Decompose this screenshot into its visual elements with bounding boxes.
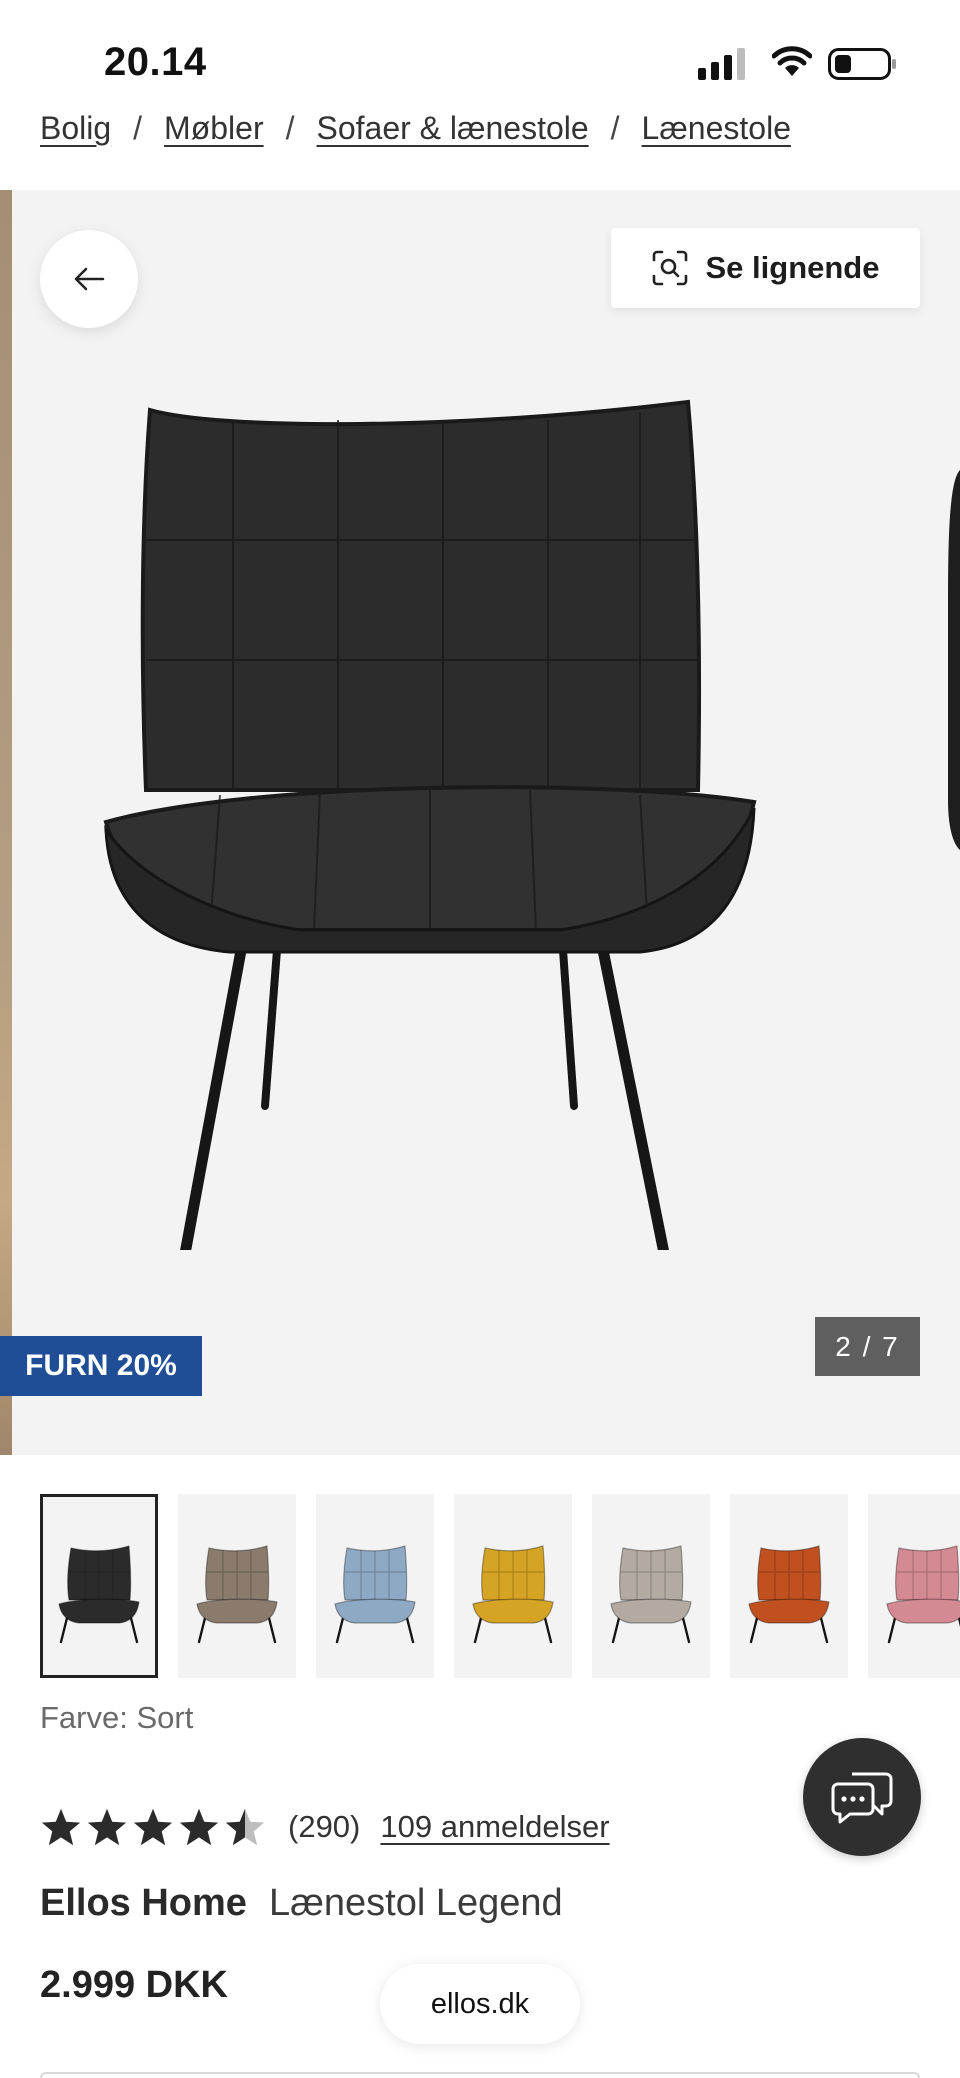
browser-url-pill[interactable]: ellos.dk <box>380 1964 580 2044</box>
see-similar-button[interactable]: Se lignende <box>611 228 920 308</box>
star-half-icon <box>225 1808 265 1846</box>
back-button[interactable] <box>40 230 138 328</box>
color-thumbnail-pink[interactable] <box>868 1494 960 1678</box>
breadcrumb-item-mobler[interactable]: Møbler <box>164 110 264 147</box>
color-variant-thumbnails <box>40 1494 960 1678</box>
promo-badge: FURN 20% <box>0 1336 202 1396</box>
status-bar: 20.14 <box>0 0 960 120</box>
breadcrumb-separator: / <box>285 109 295 146</box>
breadcrumb-separator: / <box>610 109 620 146</box>
arrow-left-icon <box>74 267 105 291</box>
status-icons <box>698 46 898 82</box>
see-similar-label: Se lignende <box>705 250 880 285</box>
product-image-gallery[interactable]: Se lignende FURN 20% 2 / 7 <box>0 190 960 1455</box>
star-icon <box>179 1808 219 1846</box>
breadcrumb: Bolig / Møbler / Sofaer & lænestole / Læ… <box>40 106 791 150</box>
color-thumbnail-light-grey[interactable] <box>592 1494 710 1678</box>
reviews-link[interactable]: 109 anmeldelser <box>380 1809 609 1845</box>
color-thumbnail-mustard[interactable] <box>454 1494 572 1678</box>
product-name: Lænestol Legend <box>268 1882 563 1924</box>
chat-button[interactable] <box>803 1738 921 1856</box>
breadcrumb-item-laenestole[interactable]: Lænestole <box>642 110 791 147</box>
rating-count: (290) <box>288 1809 361 1844</box>
breadcrumb-item-bolig[interactable]: Bolig <box>40 110 111 147</box>
product-rating: (290) 109 anmeldelser <box>40 1802 610 1852</box>
star-icon <box>41 1808 81 1846</box>
star-icon <box>133 1808 173 1846</box>
color-thumbnail-black[interactable] <box>40 1494 158 1678</box>
image-counter: 2 / 7 <box>815 1317 920 1376</box>
chat-icon <box>831 1772 893 1824</box>
signal-icon <box>698 48 745 80</box>
visual-search-icon <box>652 250 687 286</box>
brand-name: Ellos Home <box>40 1882 247 1924</box>
next-section-edge <box>40 2072 920 2078</box>
product-image-armchair <box>103 399 757 1250</box>
battery-icon <box>828 48 896 80</box>
next-image-peek[interactable] <box>946 470 960 850</box>
selected-color-label: Farve: Sort <box>40 1700 194 1735</box>
rating-stars <box>40 1807 266 1847</box>
color-thumbnail-taupe[interactable] <box>178 1494 296 1678</box>
previous-image-peek[interactable] <box>0 190 12 1455</box>
product-title: Ellos Home Lænestol Legend <box>40 1882 563 1925</box>
color-thumbnail-rust[interactable] <box>730 1494 848 1678</box>
color-thumbnail-light-blue[interactable] <box>316 1494 434 1678</box>
product-price: 2.999 DKK <box>40 1964 228 2006</box>
status-time: 20.14 <box>104 40 207 84</box>
star-icon <box>87 1808 127 1846</box>
breadcrumb-separator: / <box>133 109 143 146</box>
breadcrumb-item-sofaer[interactable]: Sofaer & lænestole <box>317 110 589 147</box>
wifi-icon <box>772 46 812 76</box>
